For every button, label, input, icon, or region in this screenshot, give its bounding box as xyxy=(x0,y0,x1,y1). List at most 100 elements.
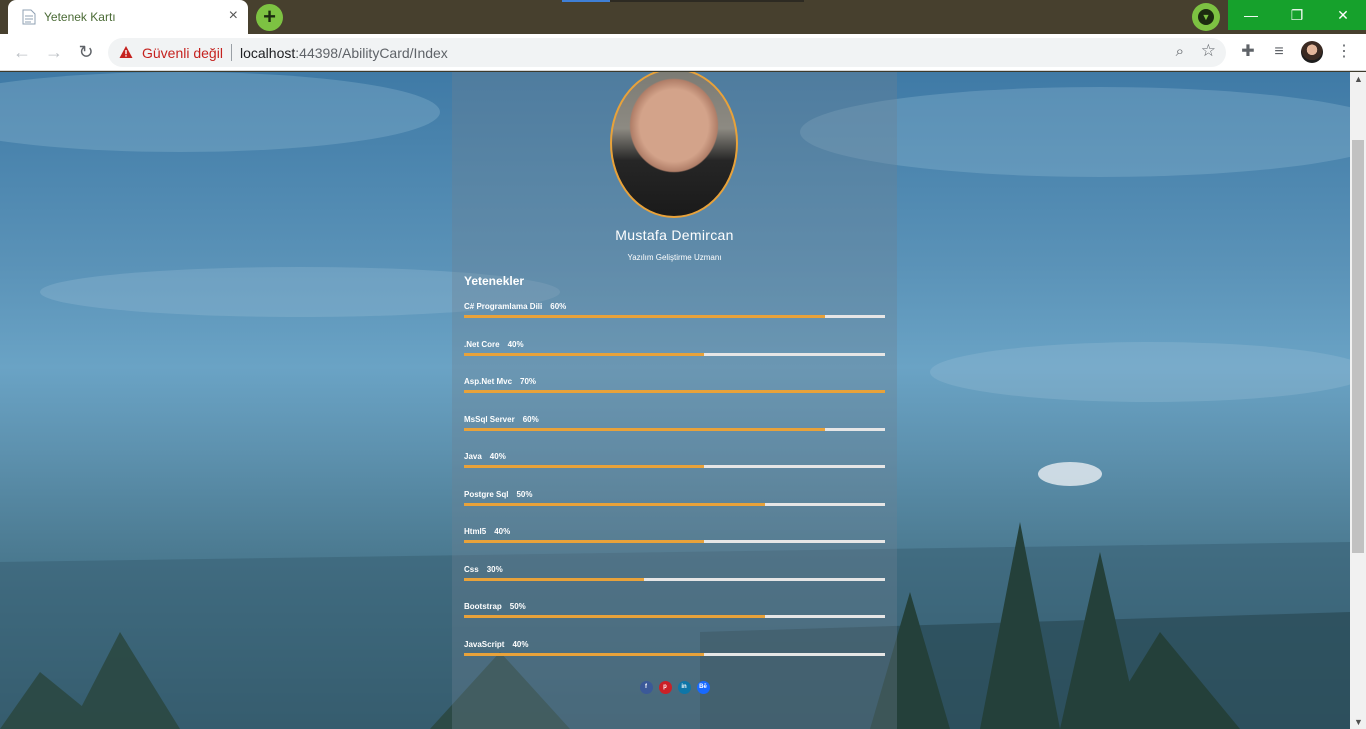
minimize-button[interactable]: — xyxy=(1228,0,1274,30)
zoom-icon[interactable]: ⌕ xyxy=(1176,43,1184,60)
page-viewport: Mustafa Demircan Yazılım Geliştirme Uzma… xyxy=(0,72,1350,729)
skill-name: JavaScript xyxy=(464,639,505,649)
reload-icon[interactable]: ↻ xyxy=(74,41,98,63)
skill-name: Html5 xyxy=(464,527,487,536)
social-links: f p in Bē xyxy=(452,675,897,694)
scrollbar[interactable]: ▲ ▼ xyxy=(1350,72,1366,729)
skill-progress-track xyxy=(464,540,885,543)
skill-progress-track xyxy=(464,652,885,656)
skill-progress-track xyxy=(464,502,885,506)
skill-item: Css 30% xyxy=(464,565,885,585)
skill-progress-track xyxy=(464,577,885,581)
chevron-down-icon: ▼ xyxy=(1198,9,1214,25)
skill-percent: 60% xyxy=(550,302,567,311)
address-bar[interactable]: Güvenli değil localhost:44398/AbilityCar… xyxy=(108,38,1226,67)
skill-progress-fill xyxy=(464,465,705,468)
skill-item: Java 40% xyxy=(464,452,885,472)
skill-progress-fill xyxy=(464,577,645,581)
skill-label: C# Programlama Dili 60% xyxy=(464,302,566,311)
skill-label: Html5 40% xyxy=(464,527,510,536)
skill-item: Postgre Sql 50% xyxy=(464,490,885,510)
skill-percent: 30% xyxy=(486,564,503,574)
menu-icon[interactable]: ⋮ xyxy=(1334,42,1354,62)
skill-progress-track xyxy=(464,390,885,393)
skill-label: .Net Core 40% xyxy=(464,340,524,349)
skill-progress-fill xyxy=(464,652,705,656)
download-button[interactable]: ▼ xyxy=(1192,3,1220,31)
skill-percent: 40% xyxy=(489,452,506,461)
behance-icon[interactable]: Bē xyxy=(696,681,710,694)
skill-name: Java xyxy=(464,452,482,461)
skill-progress-track xyxy=(464,615,885,618)
back-icon[interactable]: ← xyxy=(10,41,34,63)
skill-item: Html5 40% xyxy=(464,527,885,547)
warning-icon xyxy=(119,46,133,58)
skill-percent: 50% xyxy=(516,489,533,499)
profile-photo xyxy=(610,72,738,218)
skill-item: .Net Core 40% xyxy=(464,340,885,360)
skill-label: JavaScript 40% xyxy=(464,640,528,649)
scroll-up-icon[interactable]: ▲ xyxy=(1354,74,1363,84)
skill-label: Css 30% xyxy=(464,565,503,574)
ability-card: Mustafa Demircan Yazılım Geliştirme Uzma… xyxy=(452,72,897,729)
skill-percent: 40% xyxy=(512,639,529,649)
page-icon xyxy=(22,9,36,25)
skill-progress-fill xyxy=(464,352,705,356)
extensions-icon[interactable]: ✚ xyxy=(1238,42,1258,62)
star-icon[interactable]: ☆ xyxy=(1201,41,1216,61)
pinterest-icon[interactable]: p xyxy=(658,681,672,694)
skill-label: Java 40% xyxy=(464,452,506,461)
skill-progress-track xyxy=(464,352,885,356)
skill-name: MsSql Server xyxy=(464,414,515,424)
tab-close-icon[interactable]: × xyxy=(229,7,238,25)
skill-progress-fill xyxy=(464,540,705,543)
skill-progress-fill xyxy=(464,315,825,318)
skill-item: MsSql Server 60% xyxy=(464,415,885,435)
scroll-down-icon[interactable]: ▼ xyxy=(1354,717,1363,727)
skill-name: Css xyxy=(464,564,479,574)
skill-label: Asp.Net Mvc 70% xyxy=(464,377,536,386)
reading-list-icon[interactable]: ≡ xyxy=(1269,42,1289,62)
restore-button[interactable]: ❐ xyxy=(1274,0,1320,30)
skill-progress-fill xyxy=(464,615,765,618)
skill-item: Asp.Net Mvc 70% xyxy=(464,377,885,397)
close-window-button[interactable]: ✕ xyxy=(1320,0,1366,30)
skill-name: Bootstrap xyxy=(464,602,502,611)
skill-progress-fill xyxy=(464,427,825,431)
loading-bar xyxy=(562,0,804,2)
skill-percent: 40% xyxy=(494,527,511,536)
security-label[interactable]: Güvenli değil xyxy=(142,45,223,61)
forward-icon[interactable]: → xyxy=(42,41,66,63)
title-bar: Yetenek Kartı × + ▼ — ❐ ✕ xyxy=(0,0,1366,34)
skill-item: JavaScript 40% xyxy=(464,640,885,660)
skill-label: Postgre Sql 50% xyxy=(464,490,532,499)
skill-item: C# Programlama Dili 60% xyxy=(464,302,885,322)
new-tab-button[interactable]: + xyxy=(256,4,283,31)
scrollbar-thumb[interactable] xyxy=(1352,140,1364,553)
skill-item: Bootstrap 50% xyxy=(464,602,885,622)
skill-name: C# Programlama Dili xyxy=(464,302,543,311)
skills-title: Yetenekler xyxy=(464,274,525,288)
profile-role: Yazılım Geliştirme Uzmanı xyxy=(627,253,722,262)
url-text[interactable]: localhost:44398/AbilityCard/Index xyxy=(240,45,448,61)
profile-name: Mustafa Demircan xyxy=(615,227,734,243)
skill-percent: 70% xyxy=(520,377,537,386)
linkedin-icon[interactable]: in xyxy=(677,681,691,694)
avatar[interactable] xyxy=(1301,41,1323,63)
divider xyxy=(231,44,232,61)
browser-toolbar: ← → ↻ Güvenli değil localhost:44398/Abil… xyxy=(0,34,1366,71)
skill-name: Postgre Sql xyxy=(464,489,509,499)
facebook-icon[interactable]: f xyxy=(639,681,653,694)
skill-progress-track xyxy=(464,427,885,431)
skill-percent: 50% xyxy=(509,602,526,611)
skill-progress-fill xyxy=(464,390,885,393)
browser-tab[interactable]: Yetenek Kartı × xyxy=(8,0,248,34)
skill-percent: 60% xyxy=(522,414,539,424)
skill-label: MsSql Server 60% xyxy=(464,415,539,424)
skill-percent: 40% xyxy=(507,339,524,349)
tab-title: Yetenek Kartı xyxy=(44,10,116,24)
skill-progress-track xyxy=(464,465,885,468)
skill-progress-track xyxy=(464,315,885,318)
skill-name: Asp.Net Mvc xyxy=(464,377,513,386)
skill-name: .Net Core xyxy=(464,339,500,349)
